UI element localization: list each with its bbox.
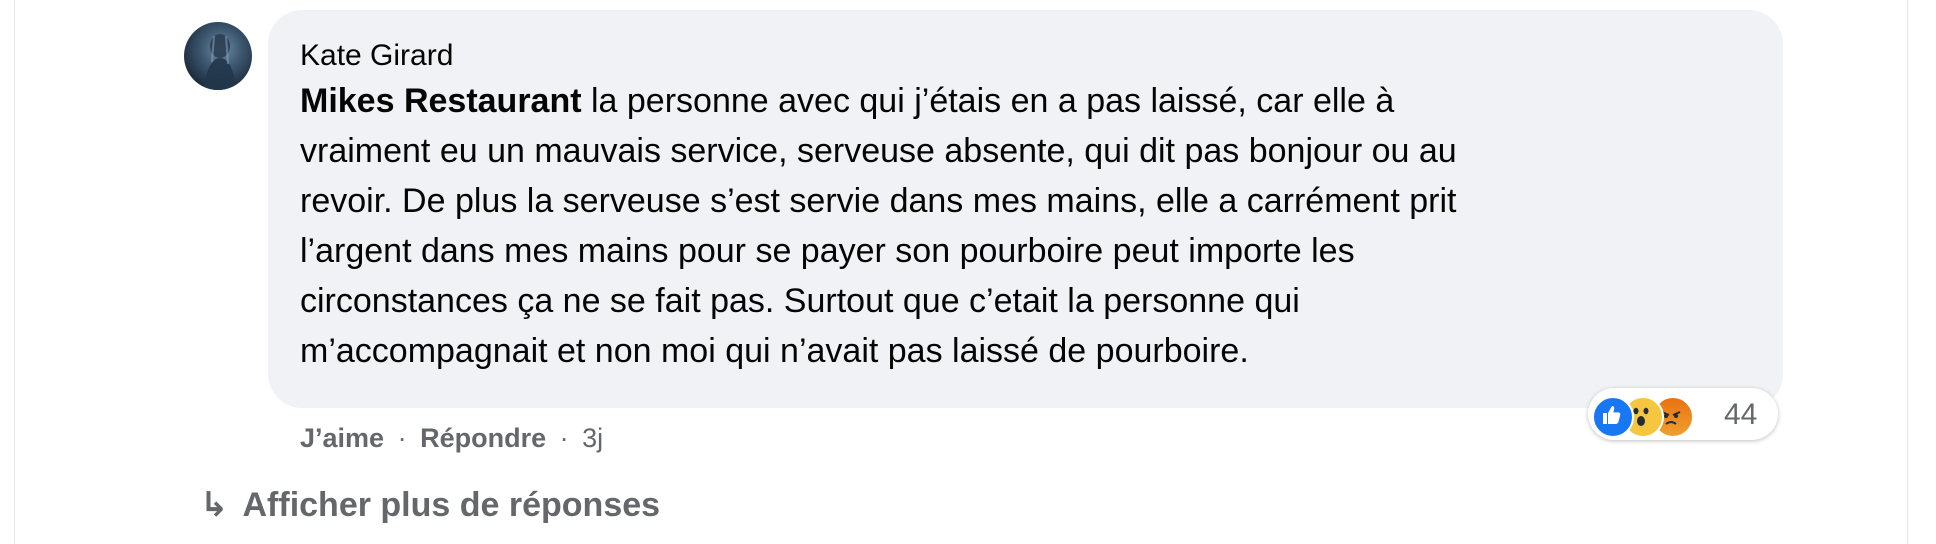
reaction-count: 44 [1724,398,1758,431]
comment-line-6: m’accompagnait et non moi qui n’avait pa… [300,332,1249,370]
comment-line-1-text: la personne avec qui j’étais en a pas la… [581,82,1395,120]
comment-text: Mikes Restaurant la personne avec qui j’… [300,76,1760,376]
comment-line-1: Mikes Restaurant la personne avec qui j’… [300,76,1760,126]
separator-dot: · [559,423,569,453]
avatar[interactable] [184,22,252,90]
comment-line-3: revoir. De plus la serveuse s’est servie… [300,182,1457,220]
separator-dot: · [397,423,407,453]
mention-link[interactable]: Mikes Restaurant [300,82,582,120]
comment-line-5: circonstances ça ne se fait pas. Surtout… [300,282,1300,320]
like-icon [1592,396,1634,438]
reply-button[interactable]: Répondre [420,423,546,453]
page-left-edge [0,0,15,544]
reply-arrow-icon: ↳ [200,486,229,524]
show-more-replies-label: Afficher plus de réponses [242,486,661,524]
show-more-replies-button[interactable]: ↳ Afficher plus de réponses [200,482,660,528]
comment-actions: J’aime · Répondre · 3j [300,418,603,458]
comment-line-2: vraiment eu un mauvais service, serveuse… [300,132,1457,170]
comment-author[interactable]: Kate Girard [300,36,453,76]
comment-line-4: l’argent dans mes mains pour se payer so… [300,232,1355,270]
like-button[interactable]: J’aime [300,423,384,453]
comment-timestamp[interactable]: 3j [582,423,603,453]
avatar-photo-icon [204,34,236,90]
page-right-edge [1907,0,1936,544]
reactions-summary[interactable]: 44 [1588,388,1778,440]
